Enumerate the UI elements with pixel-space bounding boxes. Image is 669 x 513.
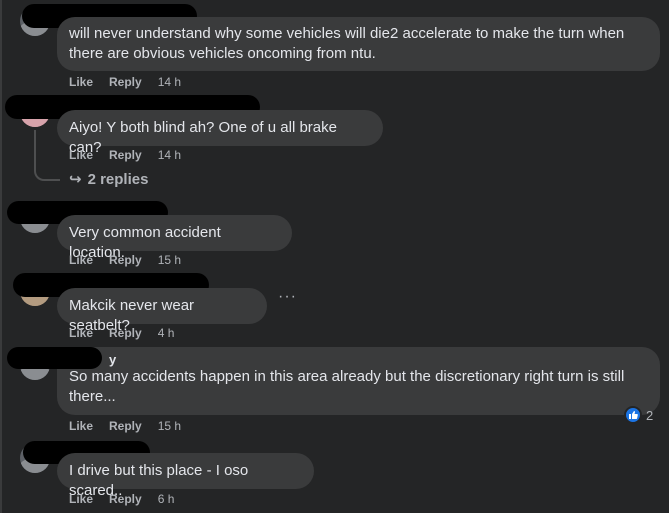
reaction-count: 2 [646, 407, 654, 423]
comment-actions: Like Reply 15 h [69, 252, 181, 268]
comment-actions: Like Reply 14 h [69, 74, 181, 90]
reply-button[interactable]: Reply [109, 418, 142, 434]
timestamp[interactable]: 15 h [158, 418, 181, 434]
more-options-icon[interactable]: ··· [278, 288, 297, 306]
like-button[interactable]: Like [69, 147, 93, 163]
comment-bubble: I drive but this place - I oso scared.. [57, 453, 314, 499]
reply-button[interactable]: Reply [109, 325, 142, 341]
like-button[interactable]: Like [69, 418, 93, 434]
replies-count: 2 replies [87, 170, 149, 188]
reply-button[interactable]: Reply [109, 147, 142, 163]
reply-button[interactable]: Reply [109, 252, 142, 268]
comment-text: So many accidents happen in this area al… [69, 368, 625, 405]
timestamp[interactable]: 6 h [158, 491, 175, 507]
comment-actions: Like Reply 4 h [69, 325, 174, 341]
comment-actions: Like Reply 6 h [69, 491, 174, 507]
timestamp[interactable]: 14 h [158, 147, 181, 163]
like-button[interactable]: Like [69, 491, 93, 507]
redacted-name [7, 347, 102, 369]
reply-button[interactable]: Reply [109, 491, 142, 507]
comment-bubble: y So many accidents happen in this area … [57, 347, 660, 415]
comment-actions: Like Reply 14 h [69, 147, 181, 163]
thumbs-up-icon [624, 406, 642, 424]
like-button[interactable]: Like [69, 74, 93, 90]
comment-actions: Like Reply 15 h [69, 418, 181, 434]
thread-line [34, 130, 60, 181]
comment-bubble: Makcik never wear seatbelt? [57, 288, 267, 334]
reply-button[interactable]: Reply [109, 74, 142, 90]
reaction-summary[interactable]: 2 [624, 406, 653, 424]
view-replies-button[interactable]: ↪ 2 replies [69, 170, 149, 189]
comment-bubble: will never understand why some vehicles … [57, 17, 660, 71]
like-button[interactable]: Like [69, 252, 93, 268]
timestamp[interactable]: 15 h [158, 252, 181, 268]
author-name[interactable]: y [109, 353, 648, 367]
timestamp[interactable]: 4 h [158, 325, 175, 341]
comment-text: will never understand why some vehicles … [69, 25, 625, 62]
comment-bubble: Aiyo! Y both blind ah? One of u all brak… [57, 110, 383, 156]
comment-bubble: Very common accident location. [57, 215, 292, 261]
timestamp[interactable]: 14 h [158, 74, 181, 90]
like-button[interactable]: Like [69, 325, 93, 341]
comments-panel: will never understand why some vehicles … [0, 0, 669, 513]
reply-arrow-icon: ↪ [69, 171, 82, 188]
